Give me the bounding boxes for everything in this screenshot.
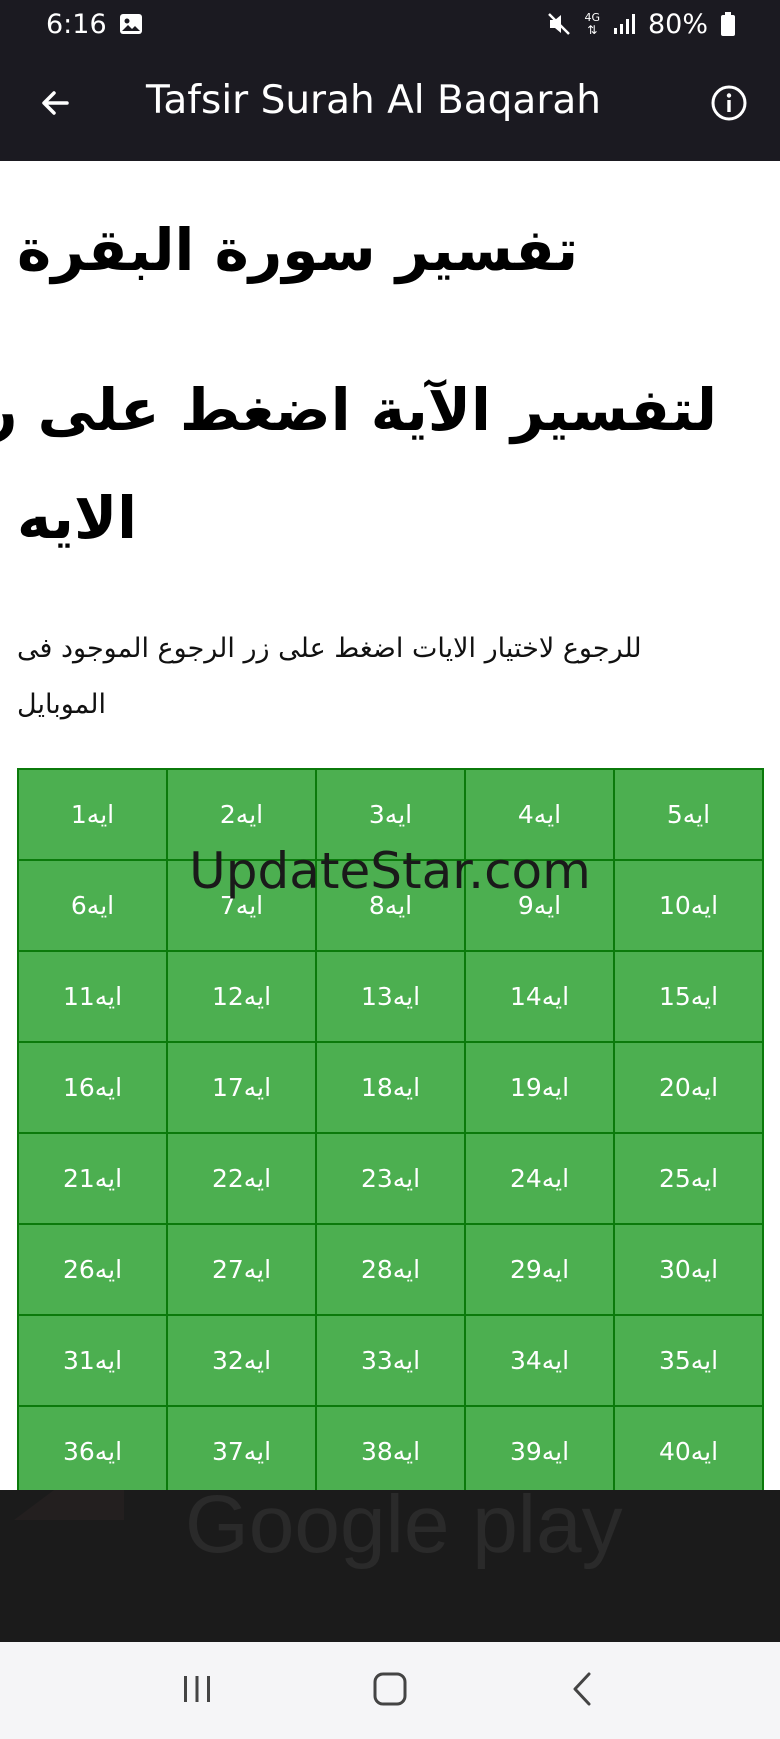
status-time: 6:16 bbox=[46, 8, 107, 40]
ayah-button-40[interactable]: ايه40 bbox=[615, 1407, 764, 1490]
status-right: 4G ⇅ 80% bbox=[546, 9, 736, 40]
ayah-button-9[interactable]: ايه9 bbox=[466, 861, 615, 952]
status-bar: 6:16 4G ⇅ 80% bbox=[0, 0, 780, 48]
battery-icon bbox=[720, 12, 736, 36]
ayah-button-17[interactable]: ايه17 bbox=[168, 1043, 317, 1134]
status-left: 6:16 bbox=[46, 9, 143, 40]
ayah-button-20[interactable]: ايه20 bbox=[615, 1043, 764, 1134]
ayah-button-13[interactable]: ايه13 bbox=[317, 952, 466, 1043]
ayah-button-35[interactable]: ايه35 bbox=[615, 1316, 764, 1407]
ayah-button-12[interactable]: ايه12 bbox=[168, 952, 317, 1043]
ayah-button-27[interactable]: ايه27 bbox=[168, 1225, 317, 1316]
ayah-button-22[interactable]: ايه22 bbox=[168, 1134, 317, 1225]
tap-instruction-heading: لتفسير الآية اضغط على رقم الايه bbox=[0, 356, 717, 572]
ayah-button-21[interactable]: ايه21 bbox=[19, 1134, 168, 1225]
system-back-button[interactable] bbox=[553, 1661, 613, 1721]
ad-ghost-text: Google play bbox=[185, 1490, 623, 1570]
image-icon bbox=[119, 12, 143, 36]
info-icon bbox=[710, 84, 748, 126]
ayah-button-8[interactable]: ايه8 bbox=[317, 861, 466, 952]
ayah-button-7[interactable]: ايه7 bbox=[168, 861, 317, 952]
ayah-button-4[interactable]: ايه4 bbox=[466, 770, 615, 861]
back-instruction-line-1: للرجوع لاختيار الايات اضغط على زر الرجوع… bbox=[17, 633, 642, 664]
surah-heading: تفسير سورة البقرة bbox=[17, 216, 579, 284]
ayah-grid: ايه1 ايه2 ايه3 ايه4 ايه5 ايه6 ايه7 ايه8 ايه9 ايه1… bbox=[17, 768, 764, 1490]
page-title: Tafsir Surah Al Baqarah bbox=[146, 78, 601, 123]
recents-icon bbox=[179, 1671, 215, 1711]
back-instruction-text: للرجوع لاختيار الايات اضغط على زر الرجوع… bbox=[17, 621, 697, 733]
home-button[interactable] bbox=[360, 1661, 420, 1721]
ayah-button-39[interactable]: ايه39 bbox=[466, 1407, 615, 1490]
content-area: تفسير سورة البقرة لتفسير الآية اضغط على … bbox=[0, 161, 780, 1490]
ayah-button-30[interactable]: ايه30 bbox=[615, 1225, 764, 1316]
signal-icon bbox=[612, 12, 636, 36]
ayah-button-15[interactable]: ايه15 bbox=[615, 952, 764, 1043]
ayah-button-6[interactable]: ايه6 bbox=[19, 861, 168, 952]
ayah-button-36[interactable]: ايه36 bbox=[19, 1407, 168, 1490]
ayah-button-10[interactable]: ايه10 bbox=[615, 861, 764, 952]
ayah-button-26[interactable]: ايه26 bbox=[19, 1225, 168, 1316]
play-logo-icon bbox=[14, 1490, 124, 1520]
ayah-button-25[interactable]: ايه25 bbox=[615, 1134, 764, 1225]
ayah-button-24[interactable]: ايه24 bbox=[466, 1134, 615, 1225]
ayah-button-29[interactable]: ايه29 bbox=[466, 1225, 615, 1316]
ayah-button-37[interactable]: ايه37 bbox=[168, 1407, 317, 1490]
back-arrow-icon bbox=[39, 87, 71, 123]
ayah-button-5[interactable]: ايه5 bbox=[615, 770, 764, 861]
tap-instruction-line-2: الايه bbox=[17, 484, 138, 552]
ayah-button-28[interactable]: ايه28 bbox=[317, 1225, 466, 1316]
network-4g-icon: 4G ⇅ bbox=[584, 11, 600, 37]
ayah-button-1[interactable]: ايه1 bbox=[19, 770, 168, 861]
ayah-button-34[interactable]: ايه34 bbox=[466, 1316, 615, 1407]
info-button[interactable] bbox=[704, 80, 754, 130]
ayah-button-14[interactable]: ايه14 bbox=[466, 952, 615, 1043]
ayah-button-33[interactable]: ايه33 bbox=[317, 1316, 466, 1407]
app-bar: Tafsir Surah Al Baqarah bbox=[0, 48, 780, 161]
ayah-button-19[interactable]: ايه19 bbox=[466, 1043, 615, 1134]
battery-percent: 80% bbox=[647, 8, 708, 40]
ayah-button-32[interactable]: ايه32 bbox=[168, 1316, 317, 1407]
ayah-button-38[interactable]: ايه38 bbox=[317, 1407, 466, 1490]
ad-banner[interactable]: Google play bbox=[0, 1490, 780, 1642]
ayah-button-2[interactable]: ايه2 bbox=[168, 770, 317, 861]
ayah-button-23[interactable]: ايه23 bbox=[317, 1134, 466, 1225]
back-button[interactable] bbox=[30, 80, 80, 130]
ayah-button-3[interactable]: ايه3 bbox=[317, 770, 466, 861]
ayah-button-11[interactable]: ايه11 bbox=[19, 952, 168, 1043]
system-nav-bar bbox=[0, 1642, 780, 1739]
ayah-button-16[interactable]: ايه16 bbox=[19, 1043, 168, 1134]
home-icon bbox=[371, 1670, 409, 1712]
ayah-button-18[interactable]: ايه18 bbox=[317, 1043, 466, 1134]
mute-icon bbox=[546, 11, 572, 37]
back-instruction-line-2: الموبايل bbox=[17, 689, 106, 720]
tap-instruction-line-1: لتفسير الآية اضغط على رقم bbox=[0, 376, 717, 444]
back-icon bbox=[565, 1671, 601, 1711]
recents-button[interactable] bbox=[167, 1661, 227, 1721]
ayah-button-31[interactable]: ايه31 bbox=[19, 1316, 168, 1407]
